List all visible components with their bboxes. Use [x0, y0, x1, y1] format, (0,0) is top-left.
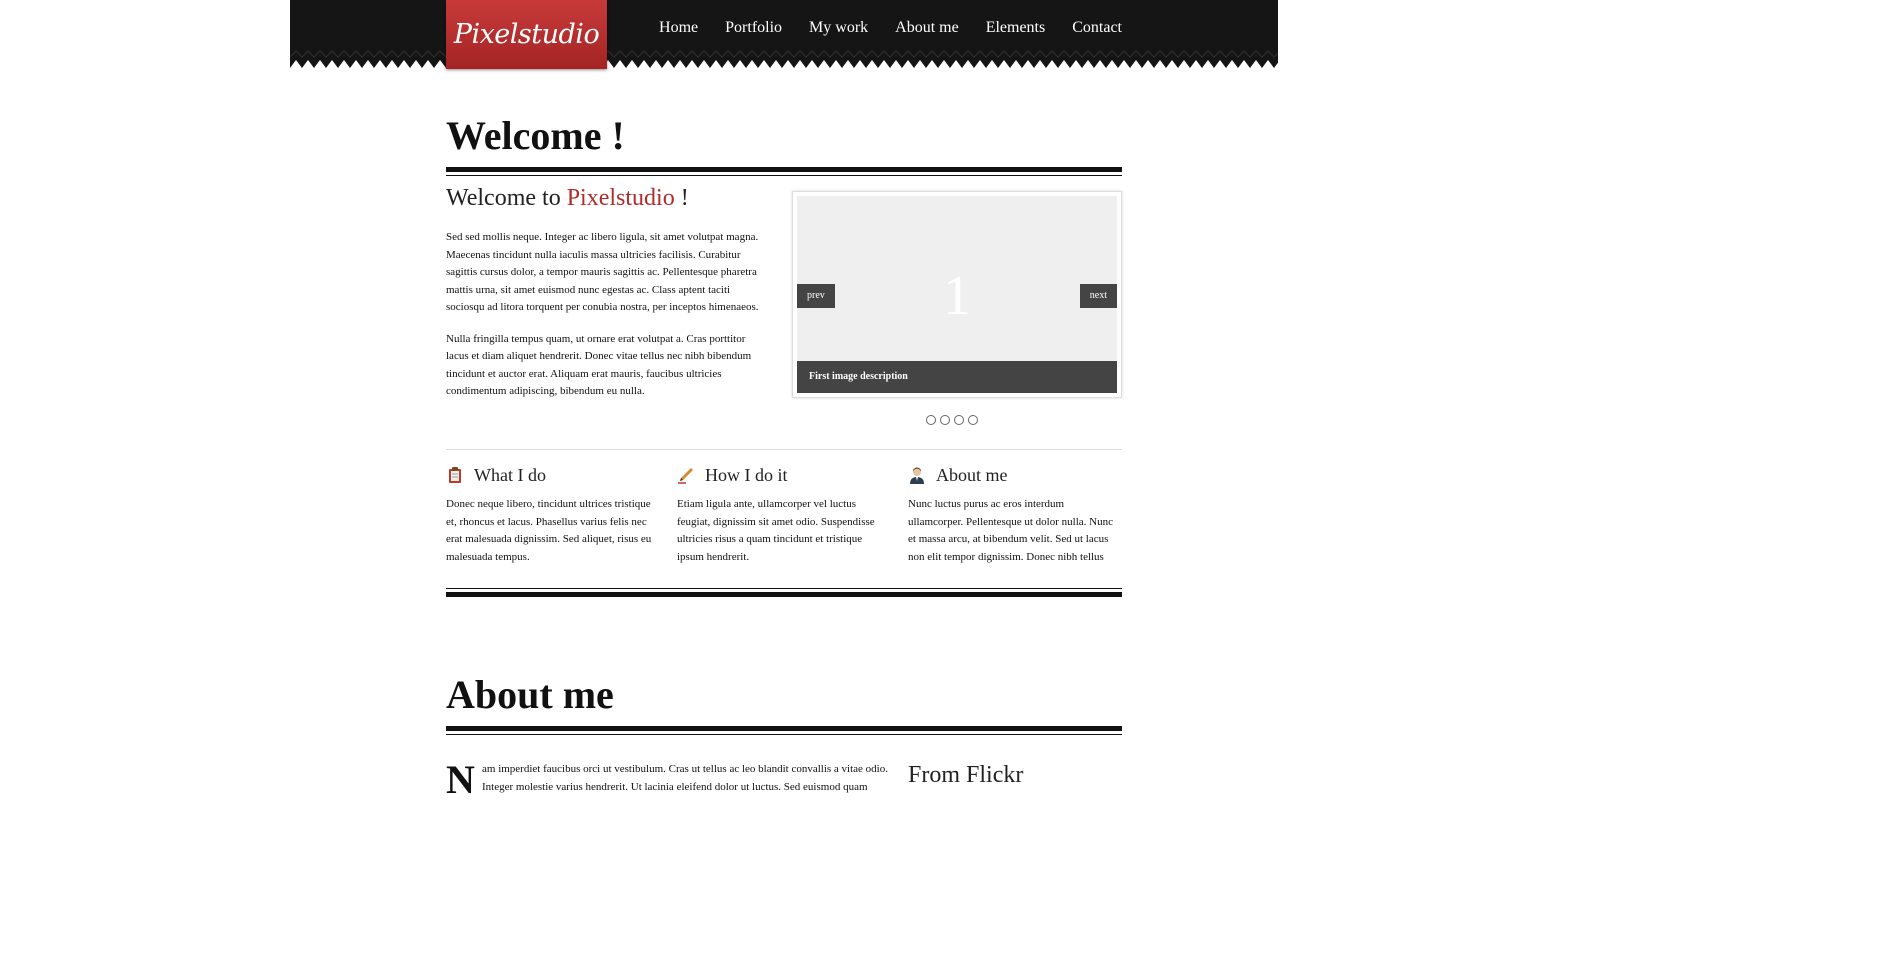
section-end-rule — [446, 588, 1122, 597]
nav-contact[interactable]: Contact — [1072, 17, 1122, 39]
welcome-paragraph-1: Sed sed mollis neque. Integer ac libero … — [446, 231, 759, 313]
welcome-paragraph-2: Nulla fringilla tempus quam, ut ornare e… — [446, 332, 752, 398]
flickr-title: From Flickr — [908, 762, 1024, 788]
main-nav: Home Portfolio My work About me Elements… — [659, 17, 1122, 39]
feature-how-i-do-it: How I do it Etiam ligula ante, ullamcorp… — [677, 464, 891, 566]
double-rule-thin — [446, 588, 1122, 589]
clipboard-icon — [449, 467, 461, 483]
slider-dot[interactable] — [940, 415, 950, 425]
drop-cap: N — [446, 757, 475, 802]
feature-title: About me — [936, 464, 1008, 485]
feature-text: Etiam ligula ante, ullamcorper vel luctu… — [677, 498, 875, 563]
slider-next-button[interactable]: next — [1079, 284, 1117, 308]
image-slider: 1 prev next First image description — [792, 191, 1122, 398]
zigzag-border — [290, 48, 1278, 68]
site-logo[interactable]: Pixelstudio — [446, 0, 607, 69]
welcome-text-column: Welcome to Pixelstudio ! Sed sed mollis … — [446, 183, 766, 401]
feature-title: What I do — [474, 464, 546, 485]
slider-dot[interactable] — [926, 415, 936, 425]
feature-text: Donec neque libero, tincidunt ultrices t… — [446, 498, 652, 563]
slider-dot[interactable] — [968, 415, 978, 425]
double-rule — [446, 592, 1122, 597]
nav-home[interactable]: Home — [659, 17, 698, 39]
welcome-title: Welcome ! — [446, 113, 625, 158]
double-rule-thin — [446, 175, 1122, 176]
slide-caption: First image description — [797, 361, 1117, 393]
slider-prev-button[interactable]: prev — [797, 284, 835, 308]
slide: 1 prev next First image description — [797, 196, 1117, 393]
about-header: About me — [446, 672, 1122, 735]
person-icon — [910, 467, 924, 484]
pen-icon — [678, 468, 693, 484]
feature-text: Nunc luctus purus ac eros interdum ullam… — [908, 498, 1113, 563]
double-rule — [446, 726, 1122, 731]
slide-number: 1 — [943, 265, 971, 327]
double-rule — [446, 167, 1122, 172]
nav-portfolio[interactable]: Portfolio — [725, 17, 782, 39]
nav-my-work[interactable]: My work — [809, 17, 868, 39]
section-divider — [446, 449, 1122, 450]
welcome-header: Welcome ! — [446, 113, 1122, 176]
feature-title: How I do it — [705, 464, 788, 485]
feature-what-i-do: What I do Donec neque libero, tincidunt … — [446, 464, 660, 566]
slider-dot[interactable] — [954, 415, 964, 425]
slider-pagination — [926, 415, 978, 425]
subtitle-suffix: ! — [674, 185, 689, 211]
subtitle-prefix: Welcome to — [446, 185, 567, 211]
nav-about-me[interactable]: About me — [895, 17, 959, 39]
double-rule-thin — [446, 734, 1122, 735]
subtitle-accent: Pixelstudio — [566, 185, 675, 211]
about-title: About me — [446, 672, 614, 717]
about-paragraph: am imperdiet faucibus orci ut vestibulum… — [482, 763, 888, 793]
feature-about-me: About me Nunc luctus purus ac eros inter… — [908, 464, 1122, 566]
nav-elements[interactable]: Elements — [986, 17, 1046, 39]
welcome-subtitle: Welcome to Pixelstudio ! — [446, 183, 766, 213]
